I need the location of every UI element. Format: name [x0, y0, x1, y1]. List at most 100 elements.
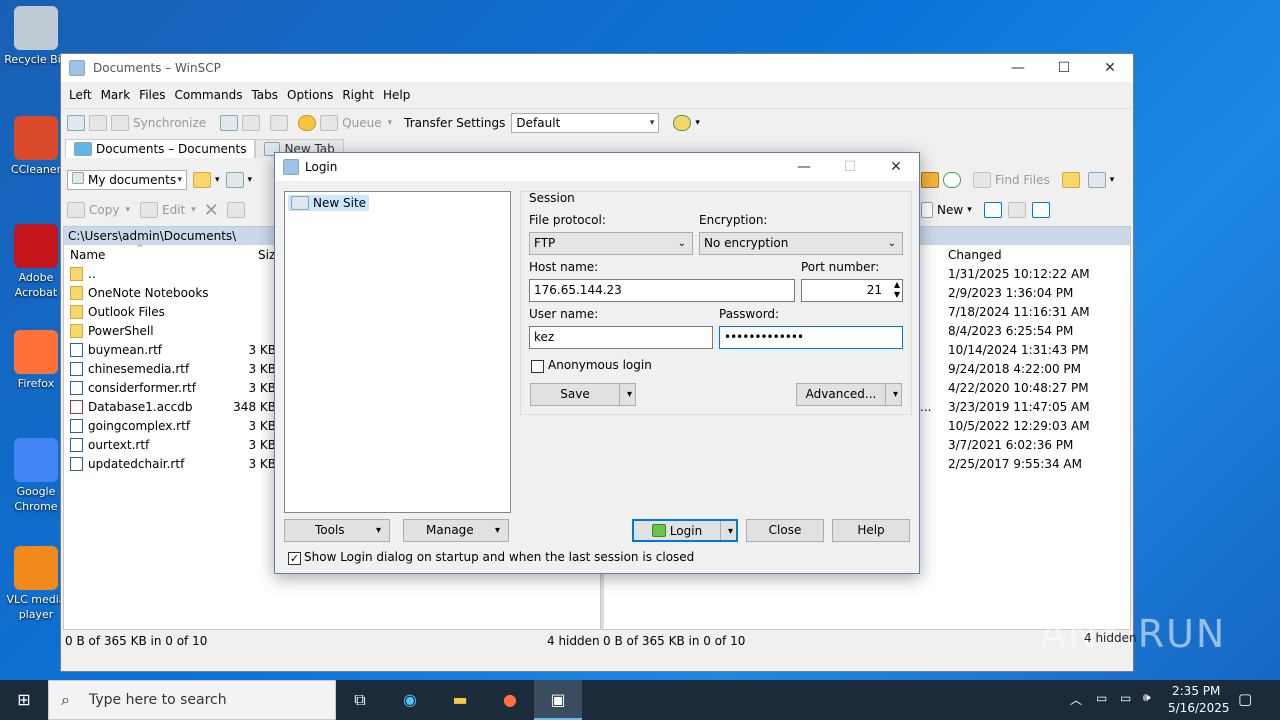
- right-hidden-count[interactable]: 4 hidden: [1084, 631, 1137, 645]
- putty-icon[interactable]: [242, 114, 261, 131]
- menu-item-mark[interactable]: Mark: [101, 88, 131, 102]
- left-location-select[interactable]: My documents ▾: [67, 170, 187, 190]
- queue-button[interactable]: Queue ▾: [320, 114, 392, 131]
- anonymous-login-checkbox[interactable]: [531, 360, 544, 373]
- column-changed[interactable]: Changed: [948, 245, 1002, 265]
- tray-chevron-icon[interactable]: ︿: [1070, 691, 1082, 708]
- file-size: 3 KB: [248, 381, 276, 395]
- volume-icon[interactable]: 🕪: [1143, 690, 1151, 705]
- rename-icon[interactable]: [226, 202, 245, 218]
- close-button[interactable]: Close: [746, 519, 824, 542]
- minimize-button[interactable]: —: [995, 54, 1041, 82]
- tools-label: Tools: [315, 523, 345, 537]
- view-mode-icon[interactable]: [1087, 172, 1106, 188]
- close-button[interactable]: ✕: [1087, 54, 1133, 82]
- host-name-label: Host name:: [529, 260, 599, 274]
- menu-item-options[interactable]: Options: [287, 88, 333, 102]
- advanced-dropdown-arrow[interactable]: ▾: [885, 384, 901, 405]
- refresh-session-icon[interactable]: [270, 114, 289, 131]
- file-protocol-select[interactable]: FTP ⌄: [529, 232, 693, 255]
- desktop-icon[interactable]: CCleaner: [4, 116, 68, 177]
- edit-button[interactable]: Edit ▾: [139, 202, 196, 218]
- manage-button[interactable]: Manage ▾: [403, 519, 509, 542]
- password-input[interactable]: •••••••••••••: [719, 326, 903, 349]
- remove-icon[interactable]: [1007, 202, 1026, 218]
- menu-item-help[interactable]: Help: [383, 88, 410, 102]
- show-on-startup-checkbox[interactable]: ✓: [288, 552, 301, 565]
- host-name-input[interactable]: 176.65.144.23: [529, 279, 795, 302]
- file-size: 3 KB: [248, 438, 276, 452]
- login-dropdown-arrow[interactable]: ▾: [720, 521, 736, 540]
- clock-date[interactable]: 5/16/2025: [1168, 701, 1230, 715]
- port-spinner[interactable]: ▲ ▼: [894, 280, 900, 300]
- tree-view-icon[interactable]: [1061, 172, 1080, 188]
- menu-item-right[interactable]: Right: [342, 88, 374, 102]
- filter-icon[interactable]: [225, 172, 244, 188]
- desktop-icon[interactable]: Adobe Acrobat: [4, 224, 68, 300]
- port-number-input[interactable]: 21 ▲ ▼: [801, 279, 903, 302]
- menu-item-left[interactable]: Left: [69, 88, 92, 102]
- find-files-button[interactable]: Find Files: [973, 172, 1050, 188]
- start-button[interactable]: ⊞: [0, 680, 48, 720]
- sync-dropdown-arrow[interactable]: ▾: [695, 118, 700, 128]
- save-dropdown-arrow[interactable]: ▾: [619, 384, 635, 405]
- desktop-icon[interactable]: Recycle Bin: [4, 6, 68, 67]
- refresh-icon[interactable]: [943, 172, 961, 188]
- delete-icon[interactable]: ✕: [204, 200, 219, 221]
- edge-taskbar-icon[interactable]: ◉: [386, 680, 434, 720]
- compare-directories-icon[interactable]: [67, 114, 85, 131]
- file-changed: 2/25/2017 9:55:34 AM: [948, 457, 1082, 471]
- synchronize-button[interactable]: Synchronize: [111, 114, 206, 131]
- encryption-select[interactable]: No encryption ⌄: [699, 232, 903, 255]
- file-changed: 3/23/2019 11:47:05 AM: [948, 400, 1090, 414]
- monitor-tray-icon[interactable]: ▭: [1120, 691, 1131, 705]
- tools-button[interactable]: Tools ▾: [284, 519, 390, 542]
- menu-item-tabs[interactable]: Tabs: [251, 88, 278, 102]
- anonymous-login-label: Anonymous login: [548, 358, 652, 372]
- help-button[interactable]: Help: [832, 519, 910, 542]
- network-icon[interactable]: ▭: [1096, 691, 1107, 705]
- home-icon[interactable]: [921, 172, 939, 188]
- right-action-toolbar: New ▾: [921, 198, 1054, 222]
- firefox-taskbar-icon[interactable]: ●: [486, 680, 534, 720]
- user-name-label: User name:: [529, 307, 599, 321]
- column-name[interactable]: Name: [70, 245, 105, 265]
- save-label: Save: [560, 387, 590, 401]
- left-hidden-count[interactable]: 4 hidden: [547, 630, 600, 652]
- login-titlebar: Login — ☐ ✕: [275, 153, 919, 181]
- new-button[interactable]: New ▾: [921, 202, 972, 218]
- synchronize-browsing-icon[interactable]: [89, 114, 107, 131]
- right-status-text: 0 B of 365 KB in 0 of 10: [603, 634, 746, 648]
- preferences-gear-icon[interactable]: [298, 114, 317, 131]
- explorer-taskbar-icon[interactable]: ▬: [436, 680, 484, 720]
- save-button[interactable]: Save ▾: [530, 383, 636, 406]
- file-changed: 10/14/2024 1:31:43 PM: [948, 343, 1089, 357]
- add-icon[interactable]: [983, 202, 1002, 218]
- site-item-new-site[interactable]: New Site: [288, 195, 370, 211]
- transfer-settings-select[interactable]: Default ▾: [511, 112, 660, 133]
- desktop-icon[interactable]: Firefox: [4, 330, 68, 391]
- menu-item-files[interactable]: Files: [139, 88, 165, 102]
- desktop-icon[interactable]: VLC media player: [4, 546, 68, 622]
- login-close-icon[interactable]: ✕: [873, 153, 919, 181]
- login-button[interactable]: Login ▾: [632, 519, 738, 542]
- notifications-icon[interactable]: ▢: [1238, 690, 1252, 708]
- copy-button[interactable]: Copy ▾: [67, 202, 130, 218]
- login-maximize-button[interactable]: ☐: [827, 153, 873, 181]
- menu-item-commands[interactable]: Commands: [175, 88, 243, 102]
- clock-time[interactable]: 2:35 PM: [1172, 684, 1220, 698]
- winscp-taskbar-icon[interactable]: ▣: [534, 680, 582, 720]
- open-folder-icon[interactable]: [193, 172, 211, 188]
- task-view-icon[interactable]: ⧉: [336, 680, 384, 720]
- word-file-icon: [70, 362, 83, 376]
- terminal-icon[interactable]: [220, 114, 239, 131]
- sync-refresh-icon[interactable]: [673, 114, 692, 131]
- advanced-button[interactable]: Advanced... ▾: [796, 383, 902, 406]
- tab-documents[interactable]: Documents – Documents: [65, 139, 256, 158]
- login-minimize-button[interactable]: —: [781, 153, 827, 181]
- desktop-icon[interactable]: Google Chrome: [4, 438, 68, 514]
- taskbar-search[interactable]: ⌕ Type here to search: [48, 680, 336, 720]
- maximize-button[interactable]: ☐: [1041, 54, 1087, 82]
- select-filter-icon[interactable]: [1031, 202, 1050, 218]
- user-name-input[interactable]: kez: [529, 326, 713, 349]
